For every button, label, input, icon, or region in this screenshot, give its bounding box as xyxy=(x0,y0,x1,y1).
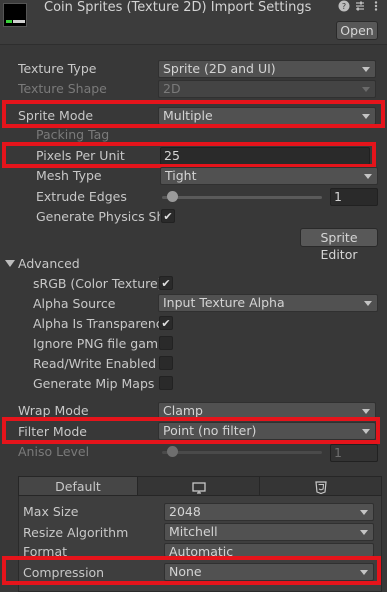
html5-icon xyxy=(314,480,327,499)
checkmark-icon: ✔ xyxy=(161,317,171,330)
max-size-label: Max Size xyxy=(23,504,79,519)
chevron-down-icon xyxy=(364,174,372,179)
generate-mipmaps-label: Generate Mip Maps xyxy=(33,376,155,391)
aniso-slider-handle xyxy=(166,446,178,457)
extrude-slider-handle[interactable] xyxy=(166,191,178,202)
compression-highlight xyxy=(2,556,381,585)
mesh-type-dropdown[interactable]: Tight xyxy=(160,167,378,185)
texture-type-dropdown[interactable]: Sprite (2D and UI) xyxy=(158,60,376,78)
texture-type-label: Texture Type xyxy=(18,61,97,76)
thumbnail-green-bar xyxy=(6,20,12,23)
tab-webgl[interactable] xyxy=(259,476,382,496)
page-title: Coin Sprites (Texture 2D) Import Setting… xyxy=(44,0,312,15)
texture-shape-value: 2D xyxy=(163,81,181,96)
checkmark-icon: ✔ xyxy=(161,277,171,290)
texture-thumbnail xyxy=(3,3,27,27)
packing-tag-label: Packing Tag xyxy=(36,128,110,142)
sprite-editor-button[interactable]: Sprite Editor xyxy=(300,228,378,262)
texture-type-value: Sprite (2D and UI) xyxy=(163,61,276,76)
chevron-down-icon xyxy=(364,301,372,306)
preset-icon[interactable] xyxy=(353,0,367,14)
filter-mode-highlight xyxy=(2,417,380,444)
header-divider xyxy=(0,44,387,45)
generate-mipmaps-checkbox[interactable] xyxy=(159,376,173,390)
extrude-edges-label: Extrude Edges xyxy=(36,189,127,204)
extrude-slider-track[interactable] xyxy=(162,196,322,199)
foldout-arrow-icon[interactable] xyxy=(5,260,15,267)
format-label: Format xyxy=(23,544,68,557)
chevron-down-icon xyxy=(362,87,370,92)
pixels-per-unit-highlight xyxy=(2,142,376,168)
mesh-type-value: Tight xyxy=(165,168,197,183)
thumbnail-white-bar xyxy=(13,20,25,23)
tab-standalone[interactable] xyxy=(137,476,260,496)
chevron-down-icon xyxy=(362,67,370,72)
advanced-section-label[interactable]: Advanced xyxy=(18,255,138,273)
read-write-label: Read/Write Enabled xyxy=(33,356,157,371)
alpha-source-label: Alpha Source xyxy=(33,296,116,311)
tab-default[interactable]: Default xyxy=(18,476,138,496)
mesh-type-label: Mesh Type xyxy=(36,168,102,183)
checkmark-icon: ✔ xyxy=(163,210,173,223)
srgb-label: sRGB (Color Texture) xyxy=(33,276,159,291)
aniso-level-label: Aniso Level xyxy=(18,444,90,459)
alpha-transparency-checkbox[interactable]: ✔ xyxy=(159,316,173,330)
chevron-down-icon xyxy=(362,409,370,414)
aniso-slider-track xyxy=(162,451,322,454)
chevron-down-icon xyxy=(360,510,368,515)
ignore-png-gamma-checkbox[interactable] xyxy=(159,336,173,350)
max-size-dropdown[interactable]: 2048 xyxy=(164,503,374,521)
generate-physics-checkbox[interactable]: ✔ xyxy=(161,209,175,223)
alpha-source-dropdown[interactable]: Input Texture Alpha xyxy=(158,294,378,312)
format-dropdown[interactable]: Automatic xyxy=(164,543,374,557)
svg-text:?: ? xyxy=(342,2,346,11)
resize-algorithm-dropdown[interactable]: Mitchell xyxy=(164,523,374,541)
texture-shape-dropdown: 2D xyxy=(158,80,376,98)
chevron-down-icon xyxy=(360,530,368,535)
wrap-mode-value: Clamp xyxy=(163,403,203,418)
read-write-checkbox[interactable] xyxy=(159,356,173,370)
resize-algorithm-label: Resize Algorithm xyxy=(23,525,129,540)
alpha-transparency-label: Alpha Is Transparency xyxy=(33,316,159,331)
extrude-edges-input[interactable]: 1 xyxy=(330,188,378,206)
inspector-header: Coin Sprites (Texture 2D) Import Setting… xyxy=(0,0,387,44)
resize-algorithm-value: Mitchell xyxy=(169,524,218,539)
generate-physics-label: Generate Physics Sha xyxy=(36,209,160,224)
sprite-mode-highlight xyxy=(2,100,385,128)
texture-shape-label: Texture Shape xyxy=(18,81,107,96)
max-size-value: 2048 xyxy=(169,504,201,519)
ignore-png-gamma-label: Ignore PNG file gamma xyxy=(33,336,159,351)
srgb-checkbox[interactable]: ✔ xyxy=(159,276,173,290)
monitor-icon xyxy=(191,480,206,499)
help-icon[interactable]: ? xyxy=(337,0,351,14)
kebab-menu-icon[interactable] xyxy=(369,0,383,14)
alpha-source-value: Input Texture Alpha xyxy=(163,295,285,310)
aniso-level-input: 1 xyxy=(330,444,378,462)
open-button[interactable]: Open xyxy=(336,21,378,40)
